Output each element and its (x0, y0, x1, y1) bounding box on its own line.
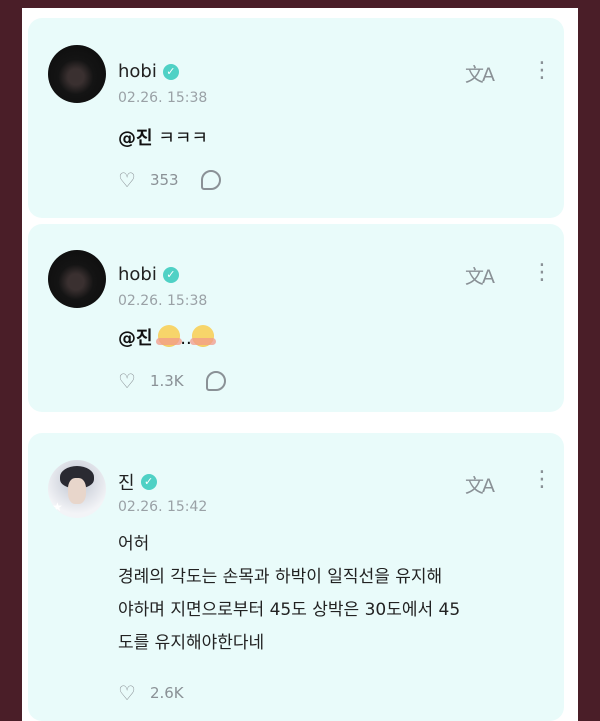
avatar[interactable]: ★ (48, 460, 106, 518)
translate-icon[interactable]: 文A (465, 262, 495, 289)
reaction-count: 353 (149, 171, 179, 189)
post-actions: ♡ 2.6K (118, 681, 184, 705)
reaction-icon[interactable]: ♡ (118, 369, 136, 393)
blushing-face-emoji (156, 325, 183, 347)
mention[interactable]: @진 (118, 328, 153, 349)
avatar[interactable] (48, 45, 106, 103)
app-frame: hobi ✓ 02.26. 15:38 文A ⋮ @진 ㅋㅋㅋ ♡ 353 ho… (22, 8, 578, 721)
avatar[interactable] (48, 250, 106, 308)
post-content: @진 ㅋㅋㅋ (118, 124, 208, 150)
post-line: 도를 유지해야한다네 (118, 633, 265, 653)
post-card: hobi ✓ 02.26. 15:38 文A ⋮ @진 ㅋㅋㅋ ♡ 353 (28, 18, 564, 218)
post-card: hobi ✓ 02.26. 15:38 文A ⋮ @진 .. ♡ 1.3K (28, 224, 564, 412)
reaction-count: 2.6K (149, 684, 184, 702)
more-options-icon[interactable]: ⋮ (531, 262, 553, 284)
comment-icon[interactable] (205, 371, 226, 391)
post-timestamp: 02.26. 15:38 (118, 90, 208, 106)
post-line: 경례의 각도는 손목과 하박이 일직선을 유지해 (118, 567, 443, 587)
post-actions: ♡ 1.3K (118, 369, 226, 393)
star-icon: ★ (52, 500, 63, 514)
reaction-icon[interactable]: ♡ (118, 681, 136, 705)
post-timestamp: 02.26. 15:38 (118, 293, 208, 309)
post-body: 어허 경례의 각도는 손목과 하박이 일직선을 유지해 야하며 지면으로부터 4… (118, 528, 460, 660)
comment-icon[interactable] (200, 170, 221, 190)
verified-icon: ✓ (162, 266, 179, 283)
translate-icon[interactable]: 文A (465, 60, 495, 87)
post-actions: ♡ 353 (118, 168, 221, 192)
translate-icon[interactable]: 文A (465, 471, 495, 498)
more-options-icon[interactable]: ⋮ (531, 60, 553, 82)
author-name[interactable]: hobi ✓ (118, 61, 179, 82)
post-content: @진 .. (118, 324, 216, 350)
author-name[interactable]: 진 ✓ (118, 469, 157, 495)
post-line: 어허 (118, 534, 150, 554)
post-timestamp: 02.26. 15:42 (118, 499, 208, 515)
verified-icon: ✓ (140, 474, 157, 490)
post-card: ★ 진 ✓ 02.26. 15:42 文A ⋮ 어허 경례의 각도는 손목과 하… (28, 433, 564, 721)
author-name[interactable]: hobi ✓ (118, 264, 179, 285)
blushing-face-emoji (189, 325, 216, 347)
post-message: ㅋㅋㅋ (152, 128, 208, 149)
post-line: 야하며 지면으로부터 45도 상박은 30도에서 45 (118, 600, 461, 620)
reaction-count: 1.3K (149, 372, 184, 390)
reaction-icon[interactable]: ♡ (118, 168, 136, 192)
verified-icon: ✓ (162, 63, 179, 80)
mention[interactable]: @진 (118, 128, 153, 149)
more-options-icon[interactable]: ⋮ (531, 469, 553, 491)
